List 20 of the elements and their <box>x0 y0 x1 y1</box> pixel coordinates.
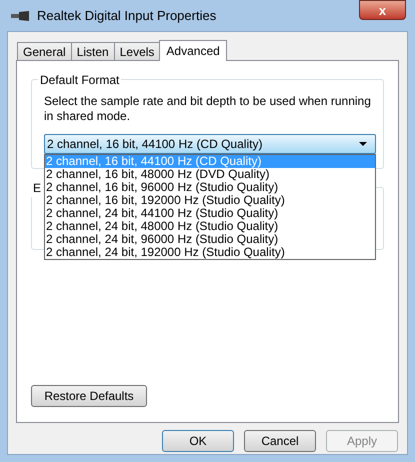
close-button[interactable]: x <box>359 0 406 20</box>
restore-defaults-button[interactable]: Restore Defaults <box>31 385 147 407</box>
dropdown-option[interactable]: 2 channel, 16 bit, 48000 Hz (DVD Quality) <box>45 168 375 181</box>
dropdown-option[interactable]: 2 channel, 16 bit, 192000 Hz (Studio Quality) <box>45 194 375 207</box>
dialog-button[interactable]: OK <box>162 430 234 452</box>
dialog-button[interactable]: Cancel <box>244 430 316 452</box>
format-dropdown[interactable]: 2 channel, 16 bit, 44100 Hz (CD Quality) <box>44 134 376 154</box>
dropdown-option[interactable]: 2 channel, 24 bit, 44100 Hz (Studio Quality) <box>45 207 375 220</box>
tab[interactable]: General <box>17 42 72 60</box>
speaker-icon <box>11 10 29 20</box>
tab[interactable]: Advanced <box>159 40 227 61</box>
caret-icon <box>359 142 367 146</box>
tab[interactable]: Listen <box>70 42 115 60</box>
dropdown-option[interactable]: 2 channel, 24 bit, 96000 Hz (Studio Quality) <box>45 233 375 246</box>
description: Select the sample rate and bit depth to be used when running in shared mode. <box>44 94 372 124</box>
window-title: Realtek Digital Input Properties <box>37 6 216 25</box>
dropdown-option[interactable]: 2 channel, 24 bit, 192000 Hz (Studio Quality) <box>45 246 375 259</box>
dropdown-option[interactable]: 2 channel, 16 bit, 96000 Hz (Studio Quality) <box>45 181 375 194</box>
dropdown-option[interactable]: 2 channel, 24 bit, 48000 Hz (Studio Quality) <box>45 220 375 233</box>
tab[interactable]: Levels <box>114 42 160 60</box>
